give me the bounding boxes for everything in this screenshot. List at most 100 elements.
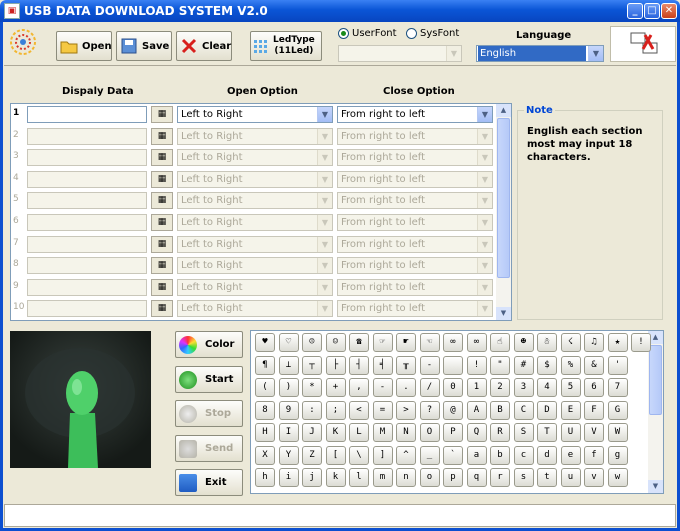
font-edit-icon[interactable]: ▦ bbox=[151, 300, 173, 318]
char-cell[interactable]: 3 bbox=[513, 378, 534, 397]
char-cell[interactable]: ☃ bbox=[537, 333, 557, 352]
ledtype-button[interactable]: LedType (11Led) bbox=[250, 31, 322, 61]
char-cell[interactable]: r bbox=[490, 468, 510, 487]
char-cell[interactable]: ☝ bbox=[490, 333, 510, 352]
display-text-input[interactable] bbox=[27, 149, 147, 167]
font-edit-icon[interactable]: ▦ bbox=[151, 257, 173, 275]
char-cell[interactable]: H bbox=[255, 423, 275, 442]
char-cell[interactable]: a bbox=[466, 445, 487, 465]
char-cell[interactable]: ┤ bbox=[349, 355, 369, 375]
open-option-select[interactable]: Left to Right ▼ bbox=[177, 300, 333, 318]
char-cell[interactable]: . bbox=[396, 378, 416, 397]
open-option-select[interactable]: Left to Right ▼ bbox=[177, 235, 333, 253]
char-cell[interactable]: < bbox=[349, 400, 369, 420]
char-cell[interactable]: e bbox=[560, 445, 581, 465]
open-option-select[interactable]: Left to Right ▼ bbox=[177, 192, 333, 210]
font-edit-icon[interactable]: ▦ bbox=[151, 127, 173, 145]
display-text-input[interactable] bbox=[27, 257, 147, 275]
char-cell[interactable]: M bbox=[372, 423, 393, 442]
char-cell[interactable]: A bbox=[466, 400, 487, 420]
char-cell[interactable]: R bbox=[490, 423, 510, 442]
char-cell[interactable]: = bbox=[372, 400, 393, 420]
char-cell[interactable]: ☹ bbox=[302, 333, 322, 352]
font-edit-icon[interactable]: ▦ bbox=[151, 214, 173, 231]
close-option-select[interactable]: From right to left ▼ bbox=[337, 257, 493, 275]
color-button[interactable]: Color bbox=[175, 331, 243, 358]
char-cell[interactable]: - bbox=[372, 378, 393, 397]
open-option-select[interactable]: Left to Right ▼ bbox=[177, 127, 333, 145]
char-cell[interactable]: > bbox=[396, 400, 416, 420]
char-cell[interactable]: T bbox=[537, 423, 557, 442]
char-cell[interactable]: E bbox=[560, 400, 581, 420]
open-option-select[interactable]: Left to Right ▼ bbox=[177, 214, 333, 231]
char-cell[interactable]: s bbox=[513, 468, 534, 487]
char-cell[interactable]: ! bbox=[631, 333, 651, 352]
close-option-select[interactable]: From right to left ▼ bbox=[337, 127, 493, 145]
char-cell[interactable]: n bbox=[396, 468, 416, 487]
char-cell[interactable]: 6 bbox=[584, 378, 604, 397]
char-cell[interactable]: ☎ bbox=[349, 333, 369, 352]
char-cell[interactable]: W bbox=[607, 423, 628, 442]
display-text-input[interactable] bbox=[27, 170, 147, 188]
char-cell[interactable]: I bbox=[278, 423, 299, 442]
grid-scrollbar[interactable]: ▲ ▼ bbox=[496, 104, 511, 320]
char-cell[interactable]: 7 bbox=[607, 378, 628, 397]
clear-button[interactable]: Clear bbox=[176, 31, 232, 61]
close-button[interactable]: ✕ bbox=[661, 3, 677, 19]
close-option-select[interactable]: From right to left ▼ bbox=[337, 278, 493, 296]
char-cell[interactable]: d bbox=[537, 445, 557, 465]
char-cell[interactable]: 2 bbox=[490, 378, 510, 397]
char-cell[interactable]: t bbox=[537, 468, 557, 487]
font-edit-icon[interactable]: ▦ bbox=[151, 192, 173, 210]
save-button[interactable]: Save bbox=[116, 31, 172, 61]
exit-button[interactable]: Exit bbox=[175, 469, 243, 496]
char-cell[interactable]: h bbox=[255, 468, 275, 487]
char-cell[interactable]: @ bbox=[443, 400, 463, 420]
char-cell[interactable]: # bbox=[513, 355, 534, 375]
display-text-input[interactable] bbox=[27, 300, 147, 318]
char-cell[interactable]: + bbox=[325, 378, 346, 397]
display-text-input[interactable] bbox=[27, 214, 147, 231]
scroll-up-icon[interactable]: ▲ bbox=[496, 104, 511, 117]
char-cell[interactable]: X bbox=[255, 445, 275, 465]
char-cell[interactable]: c bbox=[513, 445, 534, 465]
char-cell[interactable]: ┬ bbox=[302, 355, 322, 375]
char-cell[interactable]: Y bbox=[278, 445, 299, 465]
close-option-select[interactable]: From right to left ▼ bbox=[337, 149, 493, 167]
minimize-button[interactable]: _ bbox=[627, 3, 643, 19]
char-cell[interactable]: 5 bbox=[560, 378, 581, 397]
char-cell[interactable]: f bbox=[584, 445, 604, 465]
char-cell[interactable]: j bbox=[302, 468, 322, 487]
char-cell[interactable]: g bbox=[607, 445, 628, 465]
char-cell[interactable]: S bbox=[513, 423, 534, 442]
display-text-input[interactable] bbox=[27, 278, 147, 296]
close-option-select[interactable]: From right to left ▼ bbox=[337, 300, 493, 318]
font-edit-icon[interactable]: ▦ bbox=[151, 106, 173, 123]
char-cell[interactable]: Z bbox=[302, 445, 322, 465]
char-cell[interactable]: ' bbox=[607, 355, 628, 375]
char-cell[interactable]: _ bbox=[419, 445, 440, 465]
charmap-scrollbar[interactable]: ▲ ▼ bbox=[648, 331, 663, 493]
char-cell[interactable]: V bbox=[584, 423, 604, 442]
char-cell[interactable]: i bbox=[278, 468, 299, 487]
scroll-thumb[interactable] bbox=[497, 118, 510, 278]
font-edit-icon[interactable]: ▦ bbox=[151, 278, 173, 296]
char-cell[interactable]: - bbox=[419, 355, 440, 375]
char-cell[interactable]: ! bbox=[466, 355, 487, 375]
char-cell[interactable]: " bbox=[490, 355, 510, 375]
char-cell[interactable]: , bbox=[349, 378, 369, 397]
char-cell[interactable]: ├ bbox=[325, 355, 346, 375]
close-option-select[interactable]: From right to left ▼ bbox=[337, 106, 493, 123]
char-cell[interactable]: ☇ bbox=[560, 333, 581, 352]
scroll-down-icon[interactable]: ▼ bbox=[496, 307, 511, 320]
char-cell[interactable]: D bbox=[537, 400, 557, 420]
char-cell[interactable]: U bbox=[560, 423, 581, 442]
char-cell[interactable]: O bbox=[419, 423, 440, 442]
char-cell[interactable]: 0 bbox=[443, 378, 463, 397]
char-cell[interactable]: [ bbox=[325, 445, 346, 465]
char-cell[interactable]: & bbox=[584, 355, 604, 375]
language-select[interactable]: English ▼ bbox=[476, 45, 604, 62]
char-cell[interactable]: v bbox=[584, 468, 604, 487]
char-cell[interactable]: ☛ bbox=[396, 333, 416, 352]
font-select[interactable]: ▼ bbox=[338, 45, 462, 62]
